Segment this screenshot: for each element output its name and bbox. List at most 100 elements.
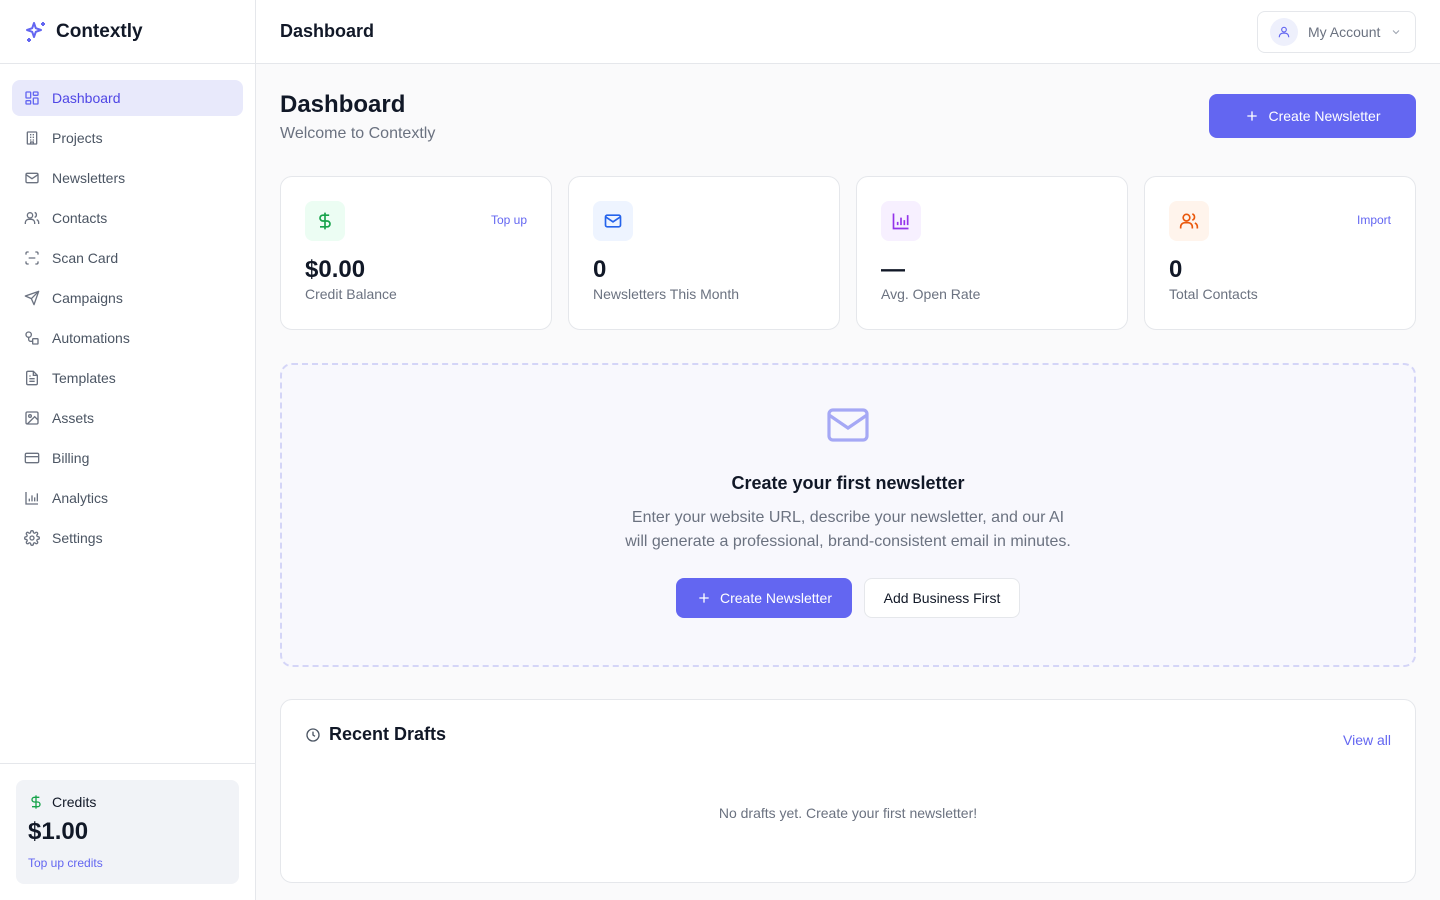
sidebar-item-label: Settings xyxy=(52,530,103,546)
gear-icon xyxy=(24,530,40,546)
sidebar-item-label: Automations xyxy=(52,330,130,346)
mail-icon xyxy=(604,214,622,228)
top-up-credits-link[interactable]: Top up credits xyxy=(28,856,103,870)
stat-icon-box xyxy=(1169,201,1209,241)
sidebar: Contextly Dashboard Projects Newsletters… xyxy=(0,0,256,900)
stats-row: Top up $0.00 Credit Balance 0 Newsletter… xyxy=(280,176,1416,330)
import-link[interactable]: Import xyxy=(1357,213,1391,227)
credits-label: Credits xyxy=(52,794,97,810)
empty-state-text: Enter your website URL, describe your ne… xyxy=(625,509,1071,550)
recent-drafts-card: Recent Drafts View all No drafts yet. Cr… xyxy=(280,699,1416,883)
sidebar-item-label: Scan Card xyxy=(52,250,119,266)
stat-label: Total Contacts xyxy=(1169,286,1258,302)
mail-icon xyxy=(824,401,872,449)
bar-chart-icon xyxy=(892,213,909,230)
dollar-icon xyxy=(319,212,331,230)
brand-name: Contextly xyxy=(56,20,143,42)
clock-icon xyxy=(305,727,321,743)
plus-icon xyxy=(696,590,712,606)
page-subtitle: Welcome to Contextly xyxy=(280,125,436,142)
page-header: Dashboard Welcome to Contextly Create Ne… xyxy=(280,64,1416,176)
empty-state-title: Create your first newsletter xyxy=(731,473,965,493)
user-icon xyxy=(1278,26,1290,37)
plus-icon xyxy=(1244,108,1260,124)
credit-card-icon xyxy=(24,450,40,466)
stat-card-newsletters-month: 0 Newsletters This Month xyxy=(568,176,840,330)
sidebar-item-label: Projects xyxy=(52,130,103,146)
sidebar-item-label: Contacts xyxy=(52,210,108,226)
sidebar-item-dashboard[interactable]: Dashboard xyxy=(12,80,243,116)
recent-drafts-title: Recent Drafts xyxy=(329,724,447,744)
main-content: Dashboard Welcome to Contextly Create Ne… xyxy=(280,64,1416,883)
stat-value: $0.00 xyxy=(305,256,366,283)
topbar: Dashboard My Account xyxy=(256,0,1440,64)
users-icon xyxy=(1179,213,1199,229)
sidebar-item-newsletters[interactable]: Newsletters xyxy=(12,160,243,196)
mail-icon xyxy=(24,170,40,186)
avatar xyxy=(1270,17,1298,46)
dollar-icon xyxy=(28,794,44,810)
create-newsletter-label: Create Newsletter xyxy=(1268,108,1381,124)
brand[interactable]: Contextly xyxy=(0,0,255,64)
add-business-button[interactable]: Add Business First xyxy=(864,578,1020,618)
chevron-down-icon xyxy=(1390,26,1402,38)
sidebar-item-label: Dashboard xyxy=(52,90,121,106)
sidebar-item-label: Analytics xyxy=(52,490,109,506)
create-newsletter-button[interactable]: Create Newsletter xyxy=(676,578,852,618)
image-icon xyxy=(24,410,40,426)
credits-amount: $1.00 xyxy=(28,818,89,845)
stat-icon-box xyxy=(593,201,633,241)
create-newsletter-button[interactable]: Create Newsletter xyxy=(1209,94,1416,138)
users-icon xyxy=(24,210,40,226)
sidebar-item-automations[interactable]: Automations xyxy=(12,320,243,356)
stat-label: Avg. Open Rate xyxy=(881,286,981,302)
building-icon xyxy=(24,130,40,146)
credits-card: Credits $1.00 Top up credits xyxy=(16,780,239,884)
sidebar-item-billing[interactable]: Billing xyxy=(12,440,243,476)
sidebar-item-scan-card[interactable]: Scan Card xyxy=(12,240,243,276)
file-text-icon xyxy=(24,370,40,386)
send-icon xyxy=(24,290,40,306)
sidebar-item-label: Newsletters xyxy=(52,170,126,186)
create-newsletter-label: Create Newsletter xyxy=(719,590,833,606)
stat-value: — xyxy=(881,256,905,283)
stat-label: Credit Balance xyxy=(305,286,397,302)
account-menu-button[interactable]: My Account xyxy=(1257,10,1416,53)
stat-card-total-contacts: Import 0 Total Contacts xyxy=(1144,176,1416,330)
empty-state-actions: Create Newsletter Add Business First xyxy=(676,578,1020,618)
recent-drafts-header: Recent Drafts xyxy=(305,724,1391,745)
topbar-title: Dashboard xyxy=(280,21,375,41)
sidebar-item-label: Billing xyxy=(52,450,90,466)
top-up-link[interactable]: Top up xyxy=(491,213,527,227)
view-all-link[interactable]: View all xyxy=(1343,732,1391,748)
stat-card-credit-balance: Top up $0.00 Credit Balance xyxy=(280,176,552,330)
sidebar-item-label: Assets xyxy=(52,410,95,426)
sidebar-item-assets[interactable]: Assets xyxy=(12,400,243,436)
dashboard-icon xyxy=(24,90,40,106)
sidebar-item-analytics[interactable]: Analytics xyxy=(12,480,243,516)
stat-card-open-rate: — Avg. Open Rate xyxy=(856,176,1128,330)
stat-value: 0 xyxy=(1169,256,1183,283)
stat-label: Newsletters This Month xyxy=(593,286,740,302)
empty-state-card: Create your first newsletter Enter your … xyxy=(280,363,1416,667)
sidebar-footer: Credits $1.00 Top up credits xyxy=(0,763,255,900)
stat-icon-box xyxy=(881,201,921,241)
account-label: My Account xyxy=(1308,23,1381,40)
sparkles-logo-icon xyxy=(24,20,48,44)
credits-header: Credits xyxy=(28,792,227,812)
stat-icon-box xyxy=(305,201,345,241)
stat-value: 0 xyxy=(593,256,607,283)
scan-icon xyxy=(24,250,40,266)
workflow-icon xyxy=(24,330,40,346)
drafts-empty-text: No drafts yet. Create your first newslet… xyxy=(718,805,978,821)
sidebar-item-settings[interactable]: Settings xyxy=(12,520,243,556)
sidebar-item-label: Templates xyxy=(52,370,116,386)
sidebar-item-contacts[interactable]: Contacts xyxy=(12,200,243,236)
sidebar-item-label: Campaigns xyxy=(52,290,123,306)
sidebar-item-templates[interactable]: Templates xyxy=(12,360,243,396)
page-title: Dashboard xyxy=(280,91,406,118)
sidebar-nav: Dashboard Projects Newsletters Contacts … xyxy=(0,64,255,576)
bar-chart-icon xyxy=(24,490,40,506)
sidebar-item-projects[interactable]: Projects xyxy=(12,120,243,156)
sidebar-item-campaigns[interactable]: Campaigns xyxy=(12,280,243,316)
